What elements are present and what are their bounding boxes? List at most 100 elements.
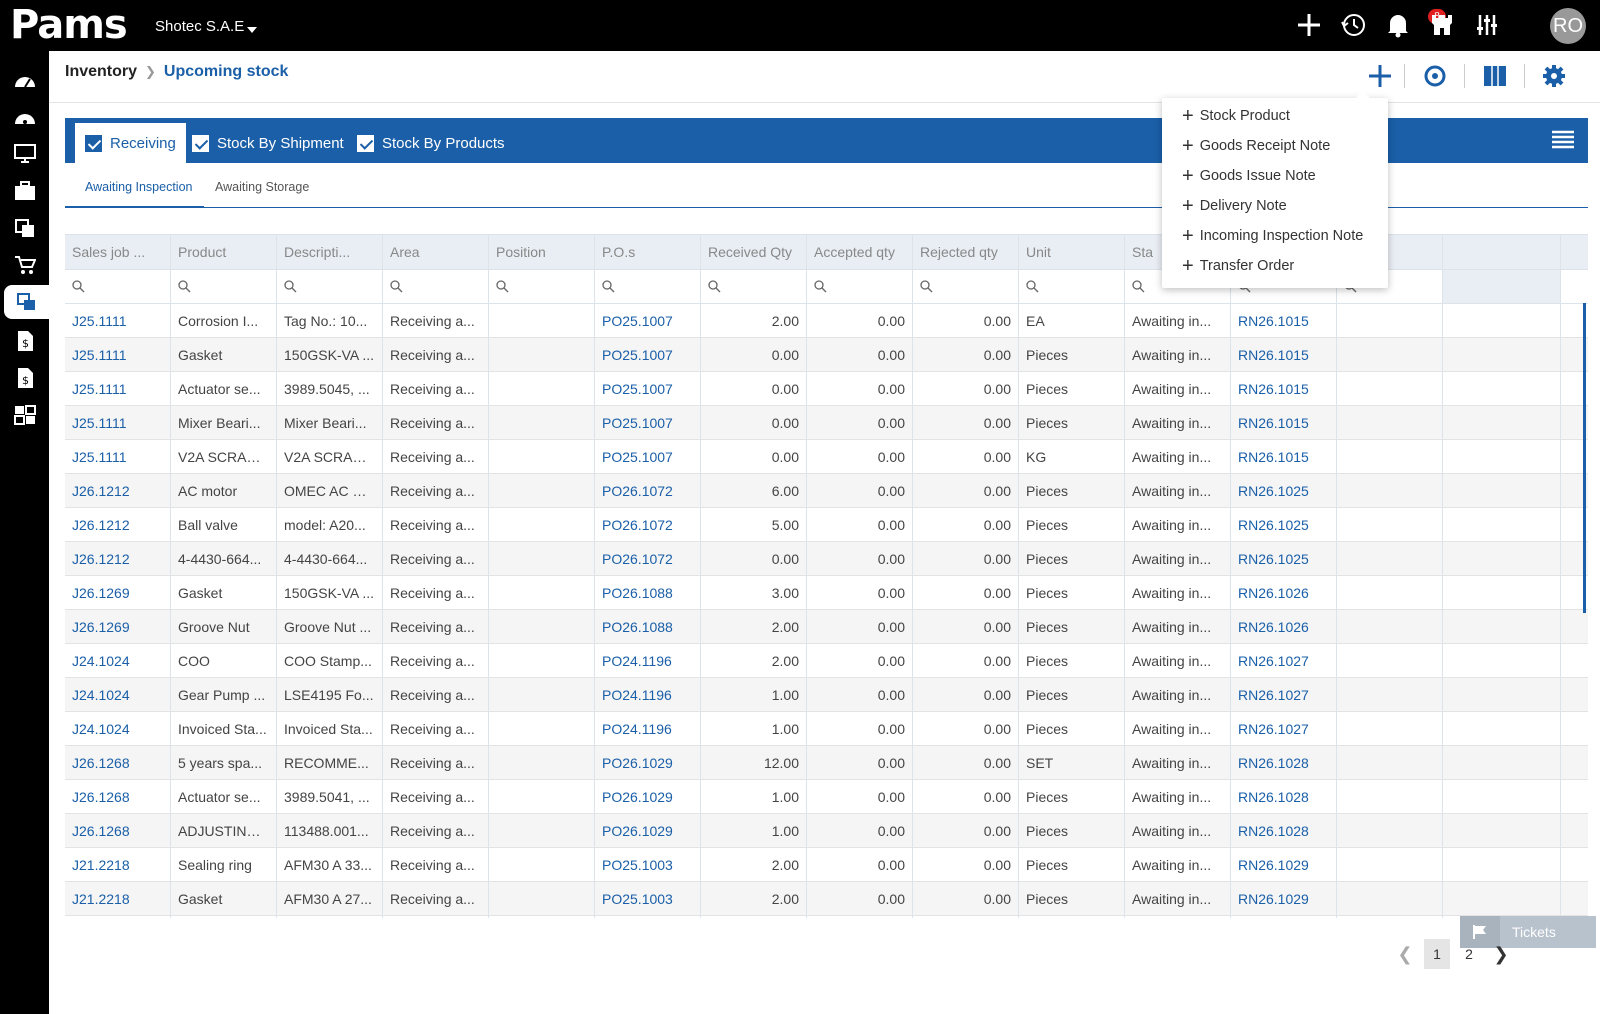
table-cell-link[interactable]: RN26.1028 — [1231, 780, 1337, 813]
table-cell-link[interactable]: PO25.1007 — [595, 372, 701, 405]
page-2[interactable]: 2 — [1456, 939, 1482, 969]
add-icon[interactable] — [1294, 10, 1324, 40]
table-cell-link[interactable]: PO25.1007 — [595, 406, 701, 439]
reports-icon[interactable] — [9, 399, 40, 430]
column-header[interactable] — [1443, 235, 1561, 269]
gear-icon[interactable] — [1540, 62, 1568, 90]
table-row[interactable]: J26.1268 ADJUSTING ... 113488.001... Receiv… — [65, 814, 1588, 848]
table-cell-link[interactable]: J26.1268 — [65, 746, 171, 779]
column-header[interactable]: Position — [489, 235, 595, 269]
table-row[interactable]: J24.1024 Invoiced Sta... Invoiced Sta... Re… — [65, 712, 1588, 746]
prev-page-icon[interactable]: ❮ — [1392, 939, 1418, 969]
table-cell-link[interactable]: PO26.1029 — [595, 746, 701, 779]
table-cell-link[interactable]: RN26.1026 — [1231, 576, 1337, 609]
column-filter[interactable] — [277, 270, 383, 303]
column-filter[interactable] — [1443, 270, 1561, 303]
chevron-down-icon[interactable] — [247, 27, 257, 33]
column-filter[interactable] — [489, 270, 595, 303]
breadcrumb-root[interactable]: Inventory — [65, 63, 137, 81]
menu-item-goods-issue-note[interactable]: + Goods Issue Note — [1182, 164, 1316, 188]
table-cell-link[interactable]: PO25.1007 — [595, 440, 701, 473]
table-cell-link[interactable]: J26.1269 — [65, 576, 171, 609]
table-cell-link[interactable]: RN26.1015 — [1231, 440, 1337, 473]
table-cell-link[interactable]: PO26.1072 — [595, 508, 701, 541]
table-cell-link[interactable]: J21.2218 — [65, 916, 171, 918]
table-row[interactable]: J21.2218 Sealing ring AFM30 A 33... Receivi… — [65, 848, 1588, 882]
column-header[interactable]: Accepted qty — [807, 235, 913, 269]
table-cell-link[interactable]: RN26.1028 — [1231, 746, 1337, 779]
column-filter[interactable] — [1019, 270, 1125, 303]
table-cell-link[interactable]: RN26.1025 — [1231, 474, 1337, 507]
tab-receiving[interactable]: Receiving — [75, 123, 186, 163]
table-cell-link[interactable]: PO26.1029 — [595, 814, 701, 847]
castle-icon[interactable] — [1427, 10, 1457, 40]
table-row[interactable]: J26.1269 Gasket 150GSK-VA ... Receiving a..… — [65, 576, 1588, 610]
table-cell-link[interactable]: J25.1111 — [65, 372, 171, 405]
bill-icon[interactable]: $ — [9, 362, 40, 393]
table-row[interactable]: J24.1024 COO COO Stamp... Receiving a... PO2… — [65, 644, 1588, 678]
table-cell-link[interactable]: PO25.1007 — [595, 338, 701, 371]
column-filter[interactable] — [171, 270, 277, 303]
inventory-icon[interactable] — [4, 285, 49, 319]
table-cell-link[interactable]: PO25.1003 — [595, 916, 701, 918]
menu-item-delivery-note[interactable]: + Delivery Note — [1182, 194, 1287, 218]
cart-icon[interactable] — [9, 249, 40, 280]
refresh-icon[interactable] — [1421, 62, 1449, 90]
briefcase-icon[interactable] — [9, 175, 40, 206]
table-row[interactable]: J24.1024 Gear Pump ... LSE4195 Fo... Receiv… — [65, 678, 1588, 712]
menu-icon[interactable] — [1552, 130, 1574, 150]
table-row[interactable]: J26.1268 Actuator se... 3989.5041, ... Rece… — [65, 780, 1588, 814]
column-filter[interactable] — [701, 270, 807, 303]
table-cell-link[interactable]: J26.1212 — [65, 508, 171, 541]
table-cell-link[interactable]: PO25.1003 — [595, 882, 701, 915]
table-cell-link[interactable]: J21.2218 — [65, 848, 171, 881]
table-cell-link[interactable]: RN26.1025 — [1231, 508, 1337, 541]
table-cell-link[interactable]: RN26.1027 — [1231, 644, 1337, 677]
column-filter[interactable] — [807, 270, 913, 303]
table-cell-link[interactable]: PO24.1196 — [595, 678, 701, 711]
dashboard-icon[interactable] — [9, 64, 40, 95]
table-cell-link[interactable]: RN26.1026 — [1231, 610, 1337, 643]
column-filter[interactable] — [383, 270, 489, 303]
table-cell-link[interactable]: PO26.1072 — [595, 542, 701, 575]
column-header[interactable]: Received Qty — [701, 235, 807, 269]
table-cell-link[interactable]: J26.1212 — [65, 542, 171, 575]
column-header[interactable]: P.O.s — [595, 235, 701, 269]
column-header[interactable]: Area — [383, 235, 489, 269]
table-cell-link[interactable]: PO26.1088 — [595, 576, 701, 609]
column-header[interactable]: Unit — [1019, 235, 1125, 269]
table-cell-link[interactable]: PO26.1088 — [595, 610, 701, 643]
table-row[interactable]: J26.1268 5 years spa... RECOMME... Receivin… — [65, 746, 1588, 780]
table-cell-link[interactable]: RN26.1029 — [1231, 848, 1337, 881]
company-selector[interactable]: Shotec S.A.E — [155, 18, 244, 35]
column-header[interactable]: Product — [171, 235, 277, 269]
menu-item-goods-receipt-note[interactable]: + Goods Receipt Note — [1182, 134, 1330, 158]
table-cell-link[interactable]: J21.2218 — [65, 882, 171, 915]
table-cell-link[interactable]: J25.1111 — [65, 304, 171, 337]
table-cell-link[interactable]: J25.1111 — [65, 338, 171, 371]
menu-item-incoming-inspection-note[interactable]: + Incoming Inspection Note — [1182, 224, 1363, 248]
sliders-icon[interactable] — [1472, 10, 1502, 40]
column-filter[interactable] — [65, 270, 171, 303]
table-cell-link[interactable]: PO26.1029 — [595, 780, 701, 813]
table-row[interactable]: J21.2218 Gasket AFM30 A 27... Receiving a..… — [65, 882, 1588, 916]
column-filter[interactable] — [595, 270, 701, 303]
table-row[interactable]: J25.1111 Corrosion I... Tag No.: 10... Rece… — [65, 304, 1588, 338]
create-icon[interactable] — [1366, 62, 1394, 90]
next-page-icon[interactable]: ❯ — [1488, 939, 1514, 969]
table-row[interactable]: J26.1212 4-4430-664... 4-4430-664... Receiv… — [65, 542, 1588, 576]
table-cell-link[interactable]: J26.1212 — [65, 474, 171, 507]
history-icon[interactable] — [1338, 10, 1368, 40]
table-cell-link[interactable]: PO25.1003 — [595, 848, 701, 881]
table-row[interactable]: J26.1212 Ball valve model: A20... Receiving… — [65, 508, 1588, 542]
table-cell-link[interactable]: RN26.1015 — [1231, 372, 1337, 405]
bell-icon[interactable] — [1383, 10, 1413, 40]
table-cell-link[interactable]: RN26.1027 — [1231, 712, 1337, 745]
gauge-icon[interactable] — [9, 101, 40, 132]
tab-stock-by-products[interactable]: Stock By Products — [347, 123, 515, 163]
table-cell-link[interactable]: J24.1024 — [65, 644, 171, 677]
table-cell-link[interactable]: PO24.1196 — [595, 712, 701, 745]
table-row[interactable]: J25.1111 V2A SCRAP ... V2A SCRAP ... Receiv… — [65, 440, 1588, 474]
table-cell-link[interactable]: J24.1024 — [65, 712, 171, 745]
tab-stock-by-shipment[interactable]: Stock By Shipment — [182, 123, 354, 163]
